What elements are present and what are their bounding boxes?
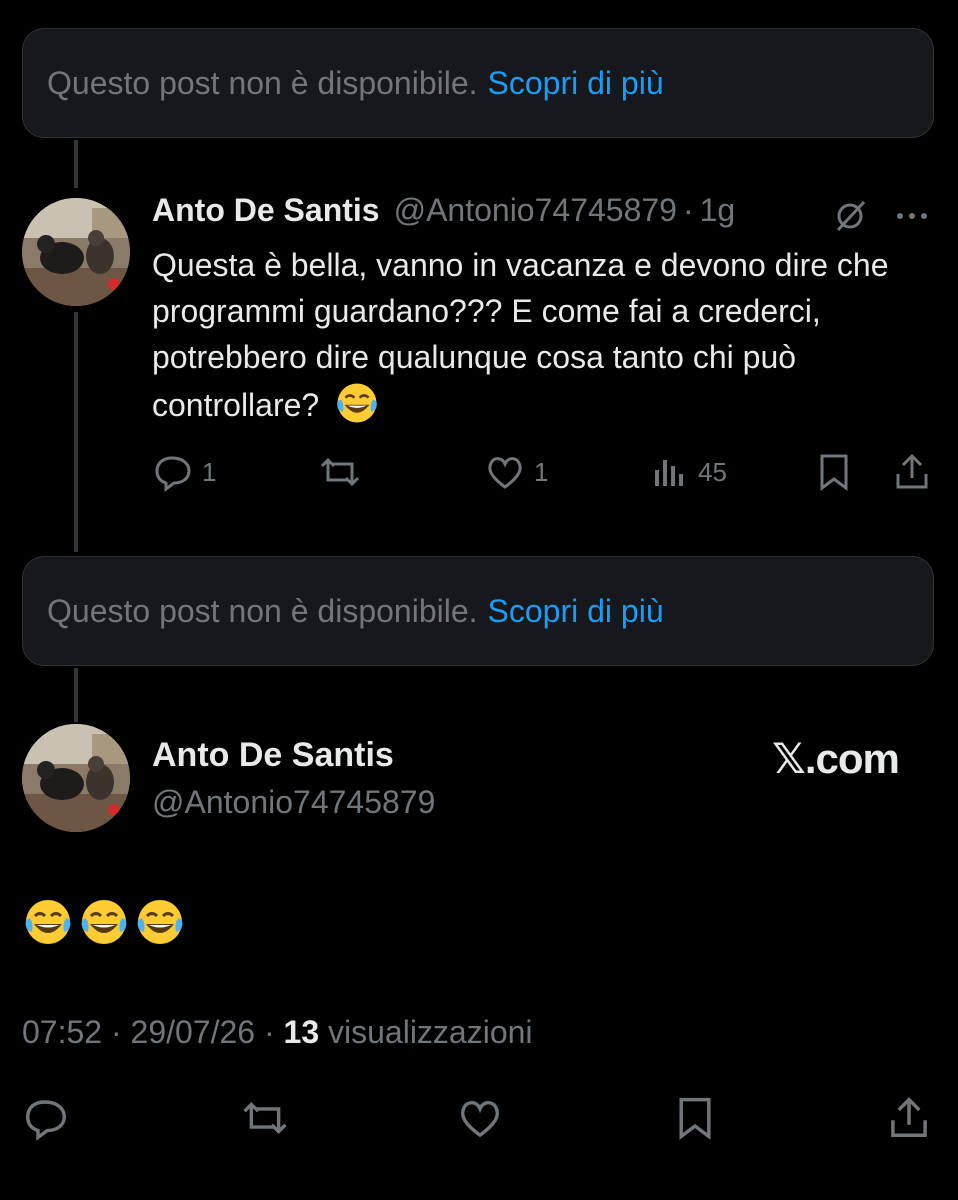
reply-button[interactable] (22, 1094, 70, 1146)
laughing-emoji (25, 900, 71, 944)
share-button[interactable] (886, 1094, 932, 1146)
avatar-photo (22, 724, 130, 832)
reply-count: 1 (202, 456, 217, 487)
bookmark-icon (679, 1097, 711, 1140)
avatar-photo (22, 198, 130, 306)
x-com-logo: 𝕏.com (772, 735, 900, 782)
laughing-emoji (137, 900, 183, 944)
reply-icon (152, 452, 194, 492)
repost-button[interactable] (318, 448, 362, 496)
views-icon (650, 452, 690, 492)
repost-icon (243, 1101, 287, 1135)
post-time[interactable]: 1g (700, 192, 736, 229)
reply-action[interactable]: 1 (152, 448, 216, 496)
share-button[interactable] (892, 448, 932, 496)
like-button[interactable]: 1 (484, 448, 548, 496)
more-icon[interactable] (894, 210, 934, 222)
like-button[interactable] (456, 1094, 504, 1146)
post-text (22, 896, 186, 948)
author-name[interactable]: Anto De Santis (152, 192, 380, 229)
bookmark-button[interactable] (814, 448, 854, 496)
author-handle[interactable]: @Antonio74745879 (152, 784, 435, 821)
post-unavailable-banner: Questo post non è disponibile. Scopri di… (22, 556, 934, 666)
repost-button[interactable] (240, 1094, 290, 1146)
views-count: 13 (283, 1014, 320, 1050)
reply-text: Questa è bella, vanno in vacanza e devon… (152, 242, 912, 428)
author-name[interactable]: Anto De Santis (152, 736, 394, 775)
separator: · (682, 192, 694, 228)
post-unavailable-banner: Questo post non è disponibile. Scopri di… (22, 28, 934, 138)
views-label: visualizzazioni (328, 1014, 533, 1050)
laughing-emoji (81, 900, 127, 944)
learn-more-link[interactable]: Scopri di più (488, 593, 664, 630)
like-icon (484, 452, 526, 492)
post-date[interactable]: 29/07/26 (131, 1014, 256, 1050)
share-icon (891, 1097, 927, 1137)
bookmark-icon (814, 452, 854, 492)
reply-icon (25, 1100, 67, 1141)
separator: · (263, 1014, 275, 1050)
bookmark-button[interactable] (672, 1094, 718, 1146)
reply-header: Anto De Santis @Antonio74745879 · 1g (152, 192, 735, 229)
thread-line (74, 312, 78, 552)
avatar[interactable] (22, 198, 130, 306)
view-count: 45 (698, 456, 727, 487)
unavailable-text: Questo post non è disponibile. (47, 592, 478, 629)
author-handle[interactable]: @Antonio74745879 (394, 192, 677, 229)
thread-line (74, 140, 78, 188)
share-icon (892, 452, 932, 492)
like-icon (460, 1101, 500, 1138)
repost-icon (318, 452, 362, 492)
post-meta: 07:52 · 29/07/26 · 13 visualizzazioni (22, 1014, 533, 1051)
like-count: 1 (534, 456, 549, 487)
post-time[interactable]: 07:52 (22, 1014, 102, 1050)
avatar[interactable] (22, 724, 130, 832)
unavailable-text: Questo post non è disponibile. (47, 64, 478, 101)
separator: · (110, 1014, 122, 1050)
thread-line (74, 668, 78, 722)
grok-icon[interactable] (830, 196, 870, 236)
views-button[interactable]: 45 (650, 448, 727, 496)
laughing-emoji (337, 383, 377, 423)
reply-body: Questa è bella, vanno in vacanza e devon… (152, 247, 889, 423)
learn-more-link[interactable]: Scopri di più (488, 65, 664, 102)
